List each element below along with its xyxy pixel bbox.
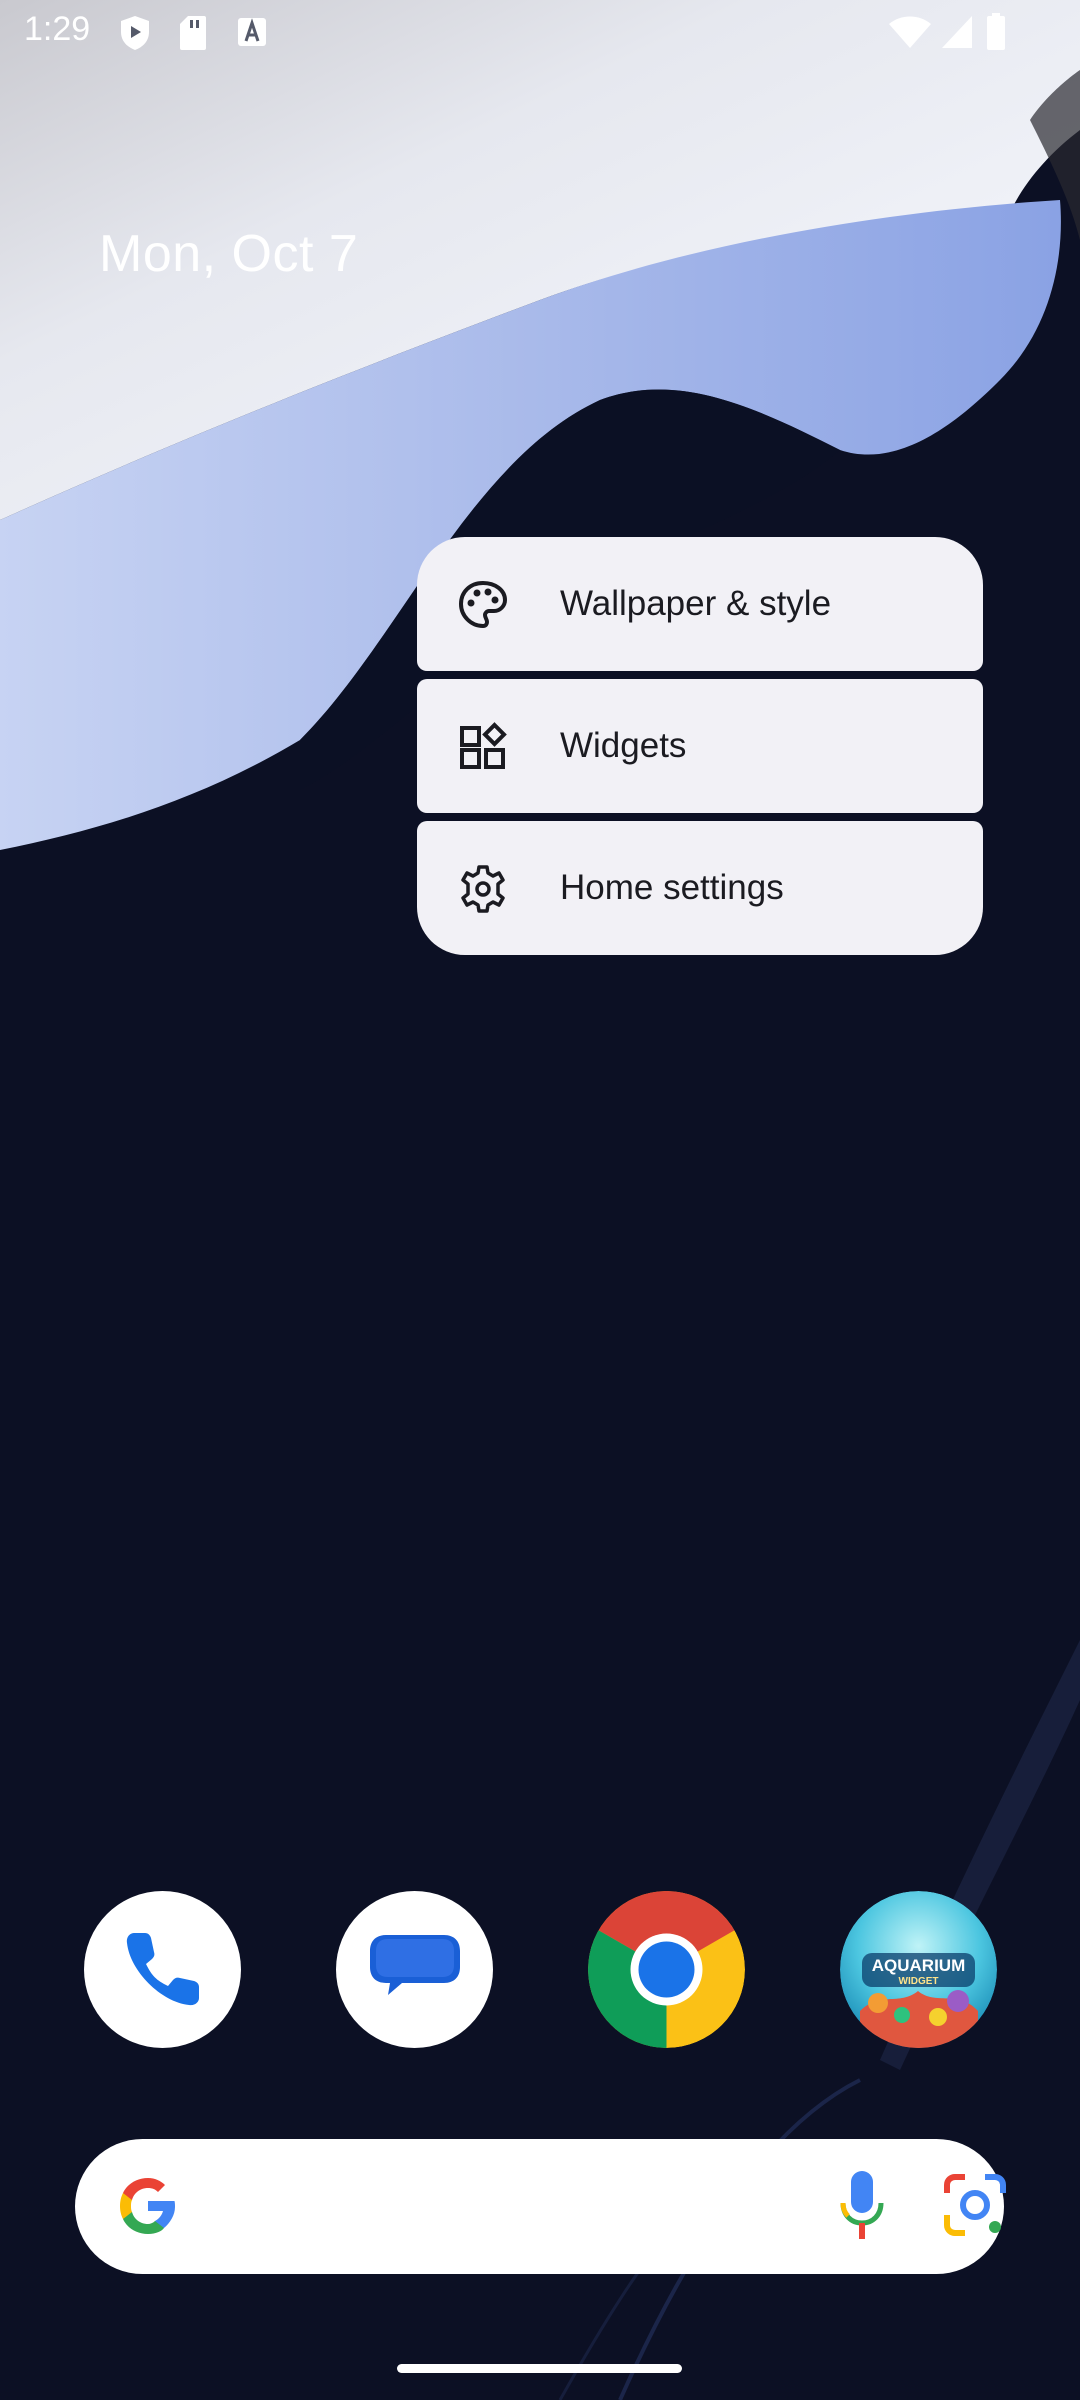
status-time: 1:29	[24, 10, 91, 48]
svg-text:AQUARIUM: AQUARIUM	[872, 1956, 966, 1975]
chrome-app[interactable]	[588, 1891, 745, 2048]
menu-item-widgets[interactable]: Widgets	[417, 679, 983, 813]
svg-text:WIDGET: WIDGET	[899, 1976, 939, 1987]
google-g-icon[interactable]	[115, 2173, 181, 2244]
phone-icon	[126, 1933, 199, 2006]
gear-icon	[457, 863, 509, 915]
cellular-signal-icon	[940, 14, 974, 55]
battery-icon	[986, 13, 1006, 56]
menu-item-home-settings[interactable]: Home settings	[417, 821, 983, 955]
google-search-bar[interactable]	[75, 2139, 1006, 2274]
chrome-icon	[588, 1891, 745, 2048]
date-widget[interactable]: Mon, Oct 7	[99, 224, 358, 284]
font-a-icon	[236, 14, 268, 55]
menu-item-label: Wallpaper & style	[560, 584, 832, 623]
shield-play-icon	[118, 14, 152, 57]
messages-icon	[370, 1935, 460, 1995]
aquarium-widget-icon: AQUARIUM WIDGET	[840, 1891, 997, 2048]
messages-app[interactable]	[336, 1891, 493, 2048]
menu-item-label: Home settings	[560, 868, 784, 907]
aquarium-widget-app[interactable]: AQUARIUM WIDGET	[840, 1891, 997, 2048]
sd-card-icon	[178, 14, 208, 57]
google-lens-icon[interactable]	[941, 2171, 1009, 2246]
menu-item-label: Widgets	[560, 726, 687, 765]
menu-item-wallpaper-style[interactable]: Wallpaper & style	[417, 537, 983, 671]
wifi-icon	[888, 16, 932, 55]
microphone-icon[interactable]	[837, 2169, 887, 2250]
phone-app[interactable]	[84, 1891, 241, 2048]
palette-icon	[457, 579, 509, 631]
gesture-navigation-bar[interactable]	[397, 2364, 682, 2373]
widgets-icon	[457, 721, 509, 773]
status-bar: 1:29	[0, 0, 1080, 66]
